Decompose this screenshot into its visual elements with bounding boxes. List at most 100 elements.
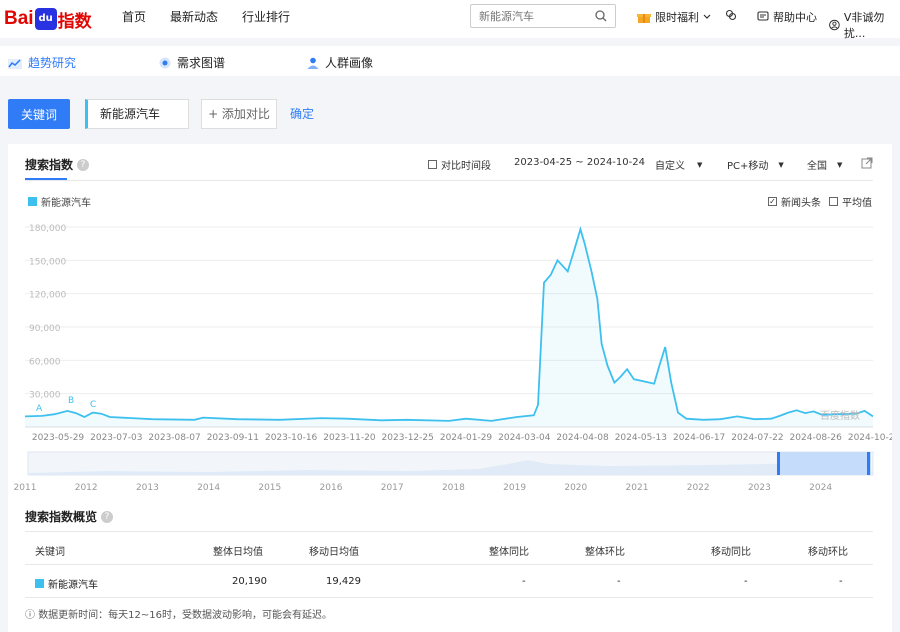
help-icon[interactable]: ? [101, 510, 114, 523]
event-marker[interactable]: C [90, 400, 96, 410]
tab-trend-label: 趋势研究 [28, 56, 77, 70]
series-line[interactable] [24, 226, 874, 422]
x-tick-label: 2024-10-21 [848, 433, 892, 443]
confirm-button[interactable]: 确定 [290, 105, 314, 122]
x-tick-label: 2023-08-07 [148, 433, 200, 443]
info-icon: ⓘ [25, 610, 35, 621]
y-tick-label: 180,000 [29, 224, 66, 234]
x-tick-label: 2024-06-17 [673, 433, 725, 443]
user-icon [829, 19, 840, 31]
row-total-yoy: - [522, 576, 526, 587]
overview-title-text: 搜索指数概览 [25, 510, 98, 524]
keyword-button[interactable]: 关键词 [8, 99, 70, 129]
header-keyword: 关键词 [35, 547, 65, 558]
tab-crowd-portrait[interactable]: 人群画像 [307, 54, 373, 71]
sub-tabs: 趋势研究 需求图谱 人群画像 [0, 46, 900, 76]
timeline-selection[interactable] [778, 452, 871, 475]
nav-latest[interactable]: 最新动态 [170, 8, 218, 25]
target-icon [159, 57, 171, 68]
header-mobile-yoy: 移动同比 [711, 547, 751, 558]
user-name: V非诚勿扰... [843, 11, 885, 40]
x-tick-label: 2023-07-03 [90, 433, 142, 443]
chevron-down-icon [703, 14, 711, 19]
keyword-input[interactable]: 新能源汽车 [85, 99, 189, 129]
user-menu[interactable]: V非诚勿扰... [829, 9, 900, 41]
timeline-year-label: 2019 [503, 483, 526, 493]
x-tick-label: 2023-11-20 [323, 433, 376, 443]
overview-title: 搜索指数概览 ? [25, 508, 114, 525]
link-button[interactable] [725, 9, 737, 21]
header-total-qoq: 整体环比 [585, 547, 625, 558]
timeline-handle-right[interactable] [867, 452, 870, 475]
search-index-card: 搜索指数 ? 对比时间段 2023-04-25 ~ 2024-10-24 自定义… [8, 144, 892, 632]
help-center-link[interactable]: 帮助中心 [757, 9, 817, 25]
table-header-row: 关键词 整体日均值 移动日均值 整体同比 整体环比 移动同比 移动环比 [25, 532, 873, 565]
timeline-year-label: 2021 [626, 483, 649, 493]
timeline-year-label: 2022 [687, 483, 710, 493]
add-compare-button[interactable]: + 添加对比 [201, 99, 277, 129]
row-total-qoq: - [617, 576, 621, 587]
y-tick-label: 120,000 [29, 291, 66, 301]
logo-text: Bai [4, 8, 34, 29]
timeline-year-label: 2015 [258, 483, 281, 493]
row-mobile-avg: 19,429 [326, 576, 361, 587]
help-label: 帮助中心 [773, 11, 817, 24]
y-tick-label: 90,000 [29, 324, 61, 334]
x-tick-label: 2024-08-26 [790, 433, 843, 443]
tab-trend-research[interactable]: 趋势研究 [8, 54, 76, 71]
keyword-swatch [35, 579, 44, 588]
y-tick-label: 150,000 [29, 257, 66, 267]
header-total-avg: 整体日均值 [213, 547, 263, 558]
x-tick-label: 2023-10-16 [265, 433, 318, 443]
x-tick-label: 2023-09-11 [207, 433, 259, 443]
event-marker[interactable]: A [36, 404, 43, 414]
chat-icon [757, 11, 769, 21]
top-bar: Bai du 指数 首页 最新动态 行业排行 限时福利 帮助中心 V非诚勿扰..… [0, 0, 900, 41]
footnote: ⓘ 数据更新时间：每天12~16时，受数据波动影响，可能会有延迟。 [25, 606, 332, 621]
trend-chart-icon [8, 58, 22, 69]
search-box [470, 4, 616, 28]
row-mobile-qoq: - [839, 576, 843, 587]
paw-icon: du [34, 8, 57, 30]
nav-ranking[interactable]: 行业排行 [242, 8, 290, 25]
timeline-year-label: 2016 [320, 483, 343, 493]
header-total-yoy: 整体同比 [489, 547, 529, 558]
gift-icon [637, 13, 651, 23]
tab-demand-label: 需求图谱 [177, 56, 226, 70]
x-tick-label: 2024-05-13 [615, 433, 667, 443]
timeline-year-label: 2013 [136, 483, 159, 493]
row-keyword: 新能源汽车 [35, 576, 98, 591]
header-mobile-avg: 移动日均值 [309, 547, 359, 558]
main-nav: 首页 最新动态 行业排行 [122, 8, 290, 25]
timeline-year-label: 2017 [381, 483, 404, 493]
timeline-year-label: 2018 [442, 483, 465, 493]
timeline-year-label: 2012 [75, 483, 98, 493]
series-area [25, 229, 873, 427]
timeline-year-label: 2011 [14, 483, 37, 493]
search-index-chart[interactable]: 180,000 150,000 120,000 90,000 60,000 30,000 2… [8, 144, 892, 494]
row-mobile-yoy: - [744, 576, 748, 587]
search-input[interactable] [471, 5, 589, 27]
row-total-avg: 20,190 [232, 576, 267, 587]
timeline-year-label: 2023 [748, 483, 771, 493]
search-icon[interactable] [595, 10, 607, 22]
welfare-menu[interactable]: 限时福利 [637, 9, 711, 25]
person-icon [307, 57, 319, 69]
tab-demand-graph[interactable]: 需求图谱 [159, 54, 225, 71]
footnote-text: 数据更新时间：每天12~16时，受数据波动影响，可能会有延迟。 [38, 610, 333, 621]
nav-home[interactable]: 首页 [122, 8, 146, 25]
timeline-handle-left[interactable] [777, 452, 780, 475]
header-mobile-qoq: 移动环比 [808, 547, 848, 558]
timeline-year-label: 2020 [564, 483, 587, 493]
event-marker[interactable]: B [68, 396, 74, 406]
y-tick-label: 60,000 [29, 357, 61, 367]
x-tick-label: 2023-05-29 [32, 433, 85, 443]
watermark-text: 百度指数 [820, 411, 860, 422]
timeline-year-label: 2024 [809, 483, 832, 493]
row-keyword-text: 新能源汽车 [48, 580, 98, 591]
x-tick-label: 2024-04-08 [556, 433, 609, 443]
x-tick-label: 2024-01-29 [440, 433, 493, 443]
keyword-bar: 关键词 新能源汽车 + 添加对比 确定 [0, 90, 900, 136]
table-row: 新能源汽车 20,190 19,429 - - - - [25, 565, 873, 598]
baidu-index-logo[interactable]: Bai du 指数 [4, 6, 92, 32]
